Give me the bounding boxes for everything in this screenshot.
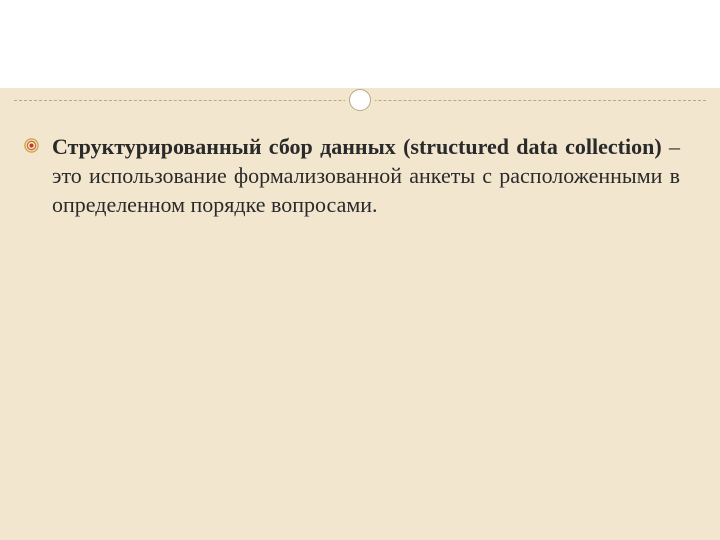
slide-content: Структурированный сбор данных (structure…: [0, 112, 720, 219]
bullet-term: Структурированный сбор данных (structure…: [52, 134, 662, 159]
bullet-icon: [24, 138, 39, 153]
bullet-item: Структурированный сбор данных (structure…: [48, 132, 680, 219]
divider-circle-icon: [349, 89, 371, 111]
slide-header-blank: [0, 0, 720, 88]
divider: [0, 88, 720, 112]
